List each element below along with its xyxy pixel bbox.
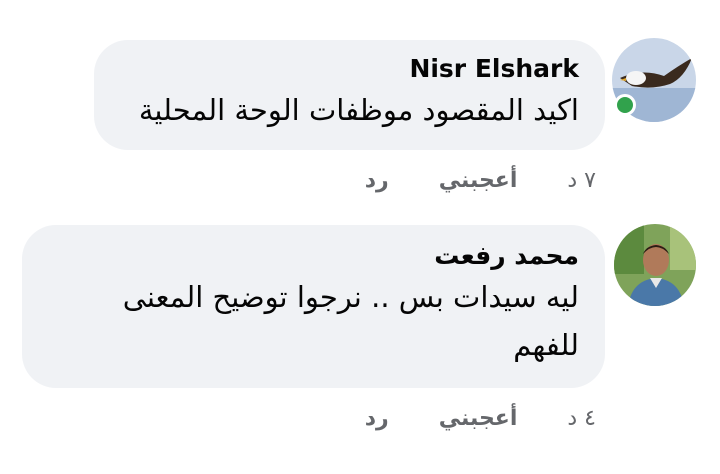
like-button[interactable]: أعجبني: [439, 168, 518, 193]
comment-text: اكيد المقصود موظفات الوحة المحلية: [138, 93, 579, 127]
reply-button[interactable]: رد: [365, 406, 389, 431]
online-status-dot: [614, 94, 636, 116]
timestamp[interactable]: ٤ د: [567, 406, 596, 431]
like-button[interactable]: أعجبني: [439, 406, 518, 431]
comment-actions: ٧ د أعجبني رد: [356, 168, 596, 193]
timestamp[interactable]: ٧ د: [567, 168, 596, 193]
author-name[interactable]: Nisr Elshark: [120, 54, 579, 84]
comment-bubble: محمد رفعت ليه سيدات بس .. نرجوا توضيح ال…: [22, 225, 605, 388]
comment-text: ليه سيدات بس .. نرجوا توضيح المعنى للفهم: [122, 280, 579, 362]
comment-bubble: Nisr Elshark اكيد المقصود موظفات الوحة ا…: [94, 40, 605, 150]
author-name[interactable]: محمد رفعت: [48, 241, 579, 271]
person-avatar-icon: [614, 224, 696, 306]
commenter-avatar[interactable]: [614, 224, 696, 306]
reply-button[interactable]: رد: [365, 168, 389, 193]
comment-actions: ٤ د أعجبني رد: [356, 406, 596, 431]
